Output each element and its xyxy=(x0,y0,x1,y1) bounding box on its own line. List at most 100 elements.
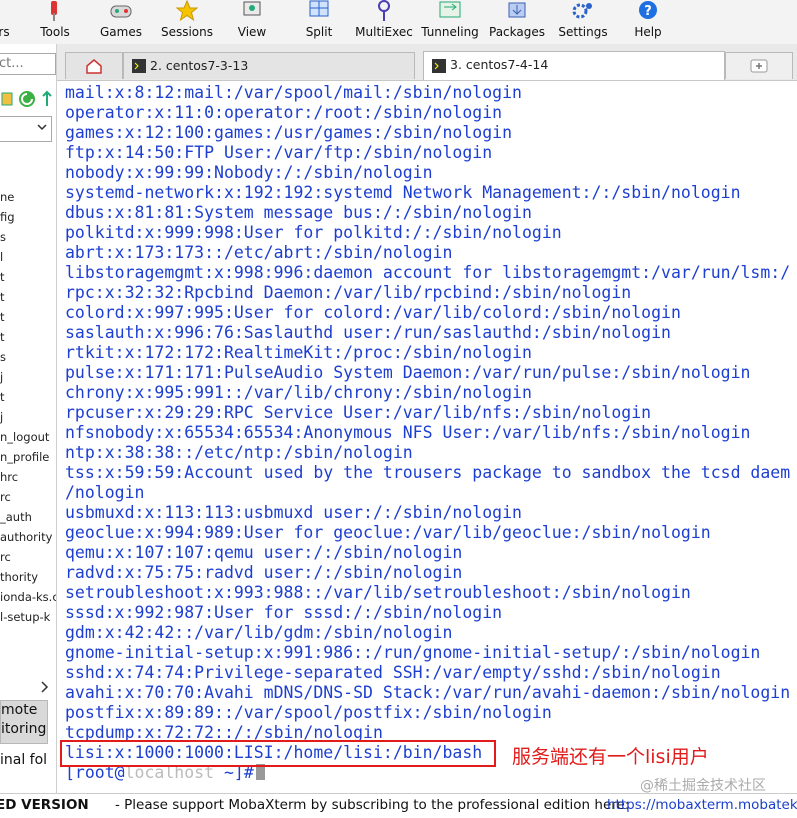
quick-connect-input[interactable]: ct... xyxy=(0,53,56,75)
file-item[interactable]: t xyxy=(0,387,56,407)
file-item[interactable]: ne xyxy=(0,187,56,207)
terminal-line: games:x:12:100:games:/usr/games:/sbin/no… xyxy=(65,123,513,142)
edition-label: ED VERSION xyxy=(0,797,89,813)
toolbar-help-button[interactable]: ? Help xyxy=(628,0,668,44)
file-item[interactable]: fig xyxy=(0,207,56,227)
toolbar-label: MultiExec xyxy=(355,25,413,39)
terminal-line: libstoragemgmt:x:998:996:daemon account … xyxy=(65,263,791,282)
toolbar-label: Sessions xyxy=(160,25,214,39)
terminal-line: gdm:x:42:42::/var/lib/gdm:/sbin/nologin xyxy=(65,623,453,642)
file-item[interactable]: _auth xyxy=(0,507,56,527)
toolbar-label: View xyxy=(237,25,267,39)
tab-session-3[interactable]: 3. centos7-4-14 xyxy=(423,51,725,80)
terminal-line: /nologin xyxy=(65,483,145,502)
file-item[interactable]: hrc xyxy=(0,467,56,487)
terminal-line: avahi:x:70:70:Avahi mDNS/DNS-SD Stack:/v… xyxy=(65,683,791,702)
subscribe-link[interactable]: https://mobaxterm.mobatek xyxy=(607,794,797,816)
tab-home[interactable] xyxy=(65,52,123,79)
toolbar-sessions-button[interactable]: Sessions xyxy=(158,0,216,44)
terminal-session-icon xyxy=(132,59,146,73)
refresh-icon[interactable] xyxy=(18,90,36,108)
star-icon xyxy=(175,0,199,22)
terminal-line: tss:x:59:59:Account used by the trousers… xyxy=(65,463,791,482)
terminal-line: nfsnobody:x:65534:65534:Anonymous NFS Us… xyxy=(65,423,751,442)
file-item[interactable]: j xyxy=(0,407,56,427)
remote-monitoring-label: itoring xyxy=(1,721,47,737)
file-item[interactable]: t xyxy=(0,267,56,287)
file-item[interactable]: t xyxy=(0,287,56,307)
terminal-line: geoclue:x:994:989:User for geoclue:/var/… xyxy=(65,523,711,542)
toolbar-settings-button[interactable]: Settings xyxy=(556,0,610,44)
status-bar: ED VERSION - Please support MobaXterm by… xyxy=(0,793,797,818)
file-item[interactable]: s xyxy=(0,227,56,247)
chevron-down-icon xyxy=(37,124,47,131)
file-item[interactable]: l-setup-k xyxy=(0,607,56,627)
packages-icon xyxy=(508,2,526,18)
remote-monitoring-button[interactable]: mote itoring xyxy=(0,700,48,744)
remote-monitoring-label: mote xyxy=(1,702,38,718)
terminal-line: sshd:x:74:74:Privilege-separated SSH:/va… xyxy=(65,663,721,682)
terminal-line: radvd:x:75:75:radvd user:/:/sbin/nologin xyxy=(65,563,463,582)
highlight-box xyxy=(60,740,496,767)
file-item[interactable]: j xyxy=(0,367,56,387)
file-item[interactable]: t xyxy=(0,307,56,327)
tab-label: 2. centos7-3-13 xyxy=(150,58,249,73)
terminal-line: operator:x:11:0:operator:/root:/sbin/nol… xyxy=(65,103,503,122)
chevron-right-icon[interactable] xyxy=(38,680,50,694)
terminal-line: postfix:x:89:89::/var/spool/postfix:/sbi… xyxy=(65,703,552,722)
session-tab-bar: 2. centos7-3-13 3. centos7-4-14 xyxy=(57,44,797,81)
file-item[interactable]: rc xyxy=(0,487,56,507)
toolbar-label: rs xyxy=(0,25,10,39)
multiexec-icon xyxy=(378,0,390,21)
upload-icon[interactable] xyxy=(40,90,54,108)
terminal-line: ftp:x:14:50:FTP User:/var/ftp:/sbin/nolo… xyxy=(65,143,493,162)
toolbar-multiexec-button[interactable]: MultiExec xyxy=(355,0,413,44)
terminal-line: gnome-initial-setup:x:991:986::/run/gnom… xyxy=(65,643,761,662)
toolbar-tunneling-button[interactable]: Tunneling xyxy=(420,0,480,44)
file-item[interactable]: authority xyxy=(0,527,56,547)
terminal-line: ntp:x:38:38::/etc/ntp:/sbin/nologin xyxy=(65,443,413,462)
terminal-output[interactable]: mail:x:8:12:mail:/var/spool/mail:/sbin/n… xyxy=(57,81,797,794)
terminal-line: pulse:x:171:171:PulseAudio System Daemon… xyxy=(65,363,751,382)
new-tab-button[interactable] xyxy=(725,52,793,79)
tab-session-2[interactable]: 2. centos7-3-13 xyxy=(123,52,415,79)
terminal-folder-label[interactable]: inal fol xyxy=(0,752,47,768)
terminal-line: setroubleshoot:x:993:988::/var/lib/setro… xyxy=(65,583,691,602)
horizontal-scrollbar[interactable] xyxy=(0,678,52,696)
terminal-line: qemu:x:107:107:qemu user:/:/sbin/nologin xyxy=(65,543,463,562)
toolbar-label: Games xyxy=(100,25,142,39)
file-item[interactable]: ionda-ks.c xyxy=(0,587,56,607)
terminal-line: usbmuxd:x:113:113:usbmuxd user:/:/sbin/n… xyxy=(65,503,522,522)
file-item[interactable]: rc xyxy=(0,547,56,567)
file-item[interactable]: s xyxy=(0,347,56,367)
games-icon xyxy=(110,5,132,18)
file-item[interactable]: n_profile xyxy=(0,447,56,467)
toolbar-tools-button[interactable]: Tools xyxy=(34,0,76,44)
toolbar-label: Tunneling xyxy=(421,25,479,39)
gear-icon xyxy=(572,3,592,19)
svg-text:?: ? xyxy=(644,4,652,19)
folder-up-icon[interactable] xyxy=(0,89,14,107)
file-item[interactable]: t xyxy=(0,327,56,347)
terminal-line: mail:x:8:12:mail:/var/spool/mail:/sbin/n… xyxy=(65,83,522,102)
file-item[interactable]: thority xyxy=(0,567,56,587)
file-list: ne fig s l t t t t s j t j n_logout n_pr… xyxy=(0,187,56,627)
terminal-line: saslauth:x:996:76:Saslauthd user:/run/sa… xyxy=(65,323,671,342)
toolbar-packages-button[interactable]: Packages xyxy=(488,0,546,44)
annotation-text: 服务端还有一个lisi用户 xyxy=(512,746,709,768)
toolbar-view-button[interactable]: View xyxy=(232,0,272,44)
toolbar-label: Settings xyxy=(558,25,608,39)
terminal-line: nobody:x:99:99:Nobody:/:/sbin/nologin xyxy=(65,163,433,182)
watermark-text: @稀土掘金技术社区 xyxy=(640,778,766,794)
split-icon xyxy=(309,0,329,17)
file-item[interactable]: l xyxy=(0,247,56,267)
terminal-line: systemd-network:x:192:192:systemd Networ… xyxy=(65,183,741,202)
toolbar-servers-button[interactable]: rs xyxy=(0,0,18,44)
toolbar-label: Packages xyxy=(489,25,545,39)
file-item[interactable]: n_logout xyxy=(0,427,56,447)
tools-icon xyxy=(51,1,57,21)
terminal-line: chrony:x:995:991::/var/lib/chrony:/sbin/… xyxy=(65,383,532,402)
toolbar-games-button[interactable]: Games xyxy=(97,0,145,44)
toolbar-split-button[interactable]: Split xyxy=(299,0,339,44)
path-select[interactable] xyxy=(0,116,52,142)
